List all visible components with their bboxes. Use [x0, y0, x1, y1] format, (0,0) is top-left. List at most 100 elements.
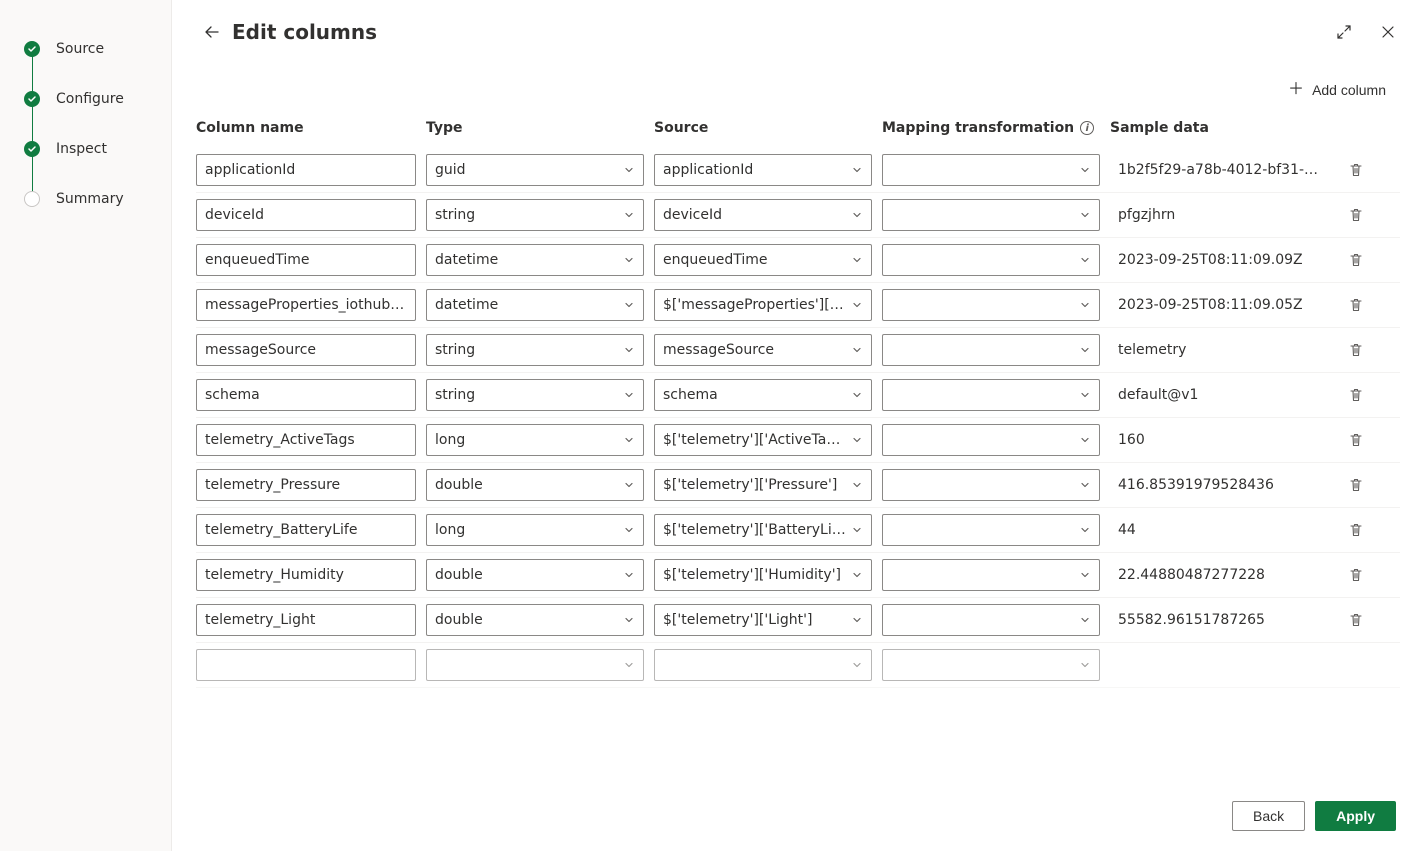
chevron-down-icon	[851, 389, 863, 401]
type-select[interactable]: string	[426, 379, 644, 411]
panel-title: Edit columns	[232, 20, 377, 44]
type-select[interactable]: long	[426, 424, 644, 456]
chevron-down-icon	[1079, 569, 1091, 581]
chevron-down-icon	[1079, 209, 1091, 221]
step-inspect[interactable]: Inspect	[24, 124, 171, 174]
delete-row-button[interactable]	[1340, 469, 1372, 501]
delete-row-button[interactable]	[1340, 334, 1372, 366]
sample-data-value	[1110, 649, 1330, 681]
source-select[interactable]	[654, 649, 872, 681]
close-icon	[1381, 25, 1395, 39]
back-arrow-button[interactable]	[196, 16, 228, 48]
column-name-input[interactable]: telemetry_ActiveTags	[196, 424, 416, 456]
step-label: Configure	[56, 91, 124, 107]
delete-row-button[interactable]	[1340, 154, 1372, 186]
chevron-down-icon	[851, 524, 863, 536]
delete-row-button[interactable]	[1340, 199, 1372, 231]
mapping-select[interactable]	[882, 424, 1100, 456]
chevron-down-icon	[623, 569, 635, 581]
sample-data-value: 2023-09-25T08:11:09.05Z	[1110, 289, 1330, 321]
step-summary[interactable]: Summary	[24, 174, 171, 224]
mapping-select[interactable]	[882, 289, 1100, 321]
mapping-select[interactable]	[882, 559, 1100, 591]
mapping-select[interactable]	[882, 379, 1100, 411]
type-select[interactable]: double	[426, 559, 644, 591]
trash-icon	[1348, 162, 1364, 178]
type-select[interactable]	[426, 649, 644, 681]
panel-header: Edit columns	[172, 0, 1428, 52]
column-name-input[interactable]: telemetry_Pressure	[196, 469, 416, 501]
column-name-input[interactable]: messageSource	[196, 334, 416, 366]
source-select[interactable]: messageSource	[654, 334, 872, 366]
column-name-input[interactable]: telemetry_Humidity	[196, 559, 416, 591]
apply-button[interactable]: Apply	[1315, 801, 1396, 831]
type-select[interactable]: double	[426, 604, 644, 636]
source-select[interactable]: $['telemetry']['ActiveTags']	[654, 424, 872, 456]
type-select[interactable]: datetime	[426, 289, 644, 321]
mapping-select[interactable]	[882, 649, 1100, 681]
mapping-select[interactable]	[882, 604, 1100, 636]
add-column-button[interactable]: ＋ Add column	[1278, 76, 1396, 104]
source-select[interactable]: $['telemetry']['Humidity']	[654, 559, 872, 591]
trash-icon	[1348, 477, 1364, 493]
step-configure[interactable]: Configure	[24, 74, 171, 124]
close-button[interactable]	[1372, 16, 1404, 48]
mapping-select[interactable]	[882, 469, 1100, 501]
source-select[interactable]: $['telemetry']['Pressure']	[654, 469, 872, 501]
delete-row-button[interactable]	[1340, 424, 1372, 456]
header-mapping: Mapping transformation i	[882, 120, 1100, 136]
mapping-select[interactable]	[882, 514, 1100, 546]
delete-row-button[interactable]	[1340, 514, 1372, 546]
column-row	[196, 643, 1400, 688]
type-select[interactable]: string	[426, 334, 644, 366]
delete-row-button[interactable]	[1340, 559, 1372, 591]
column-name-input[interactable]: deviceId	[196, 199, 416, 231]
back-button[interactable]: Back	[1232, 801, 1305, 831]
source-select[interactable]: schema	[654, 379, 872, 411]
step-source[interactable]: Source	[24, 24, 171, 74]
column-name-input[interactable]	[196, 649, 416, 681]
type-select[interactable]: double	[426, 469, 644, 501]
type-select[interactable]: long	[426, 514, 644, 546]
mapping-select[interactable]	[882, 244, 1100, 276]
chevron-down-icon	[1079, 344, 1091, 356]
source-select[interactable]: deviceId	[654, 199, 872, 231]
chevron-down-icon	[851, 299, 863, 311]
mapping-select[interactable]	[882, 334, 1100, 366]
type-select[interactable]: datetime	[426, 244, 644, 276]
chevron-down-icon	[623, 614, 635, 626]
mapping-select[interactable]	[882, 154, 1100, 186]
column-name-input[interactable]: enqueuedTime	[196, 244, 416, 276]
source-select[interactable]: enqueuedTime	[654, 244, 872, 276]
delete-row-button[interactable]	[1340, 289, 1372, 321]
source-select[interactable]: $['messageProperties']['iothu	[654, 289, 872, 321]
column-row: deviceIdstringdeviceIdpfgzjhrn	[196, 193, 1400, 238]
sample-data-value: default@v1	[1110, 379, 1330, 411]
source-select[interactable]: $['telemetry']['Light']	[654, 604, 872, 636]
delete-row-button[interactable]	[1340, 604, 1372, 636]
delete-row-button[interactable]	[1340, 379, 1372, 411]
chevron-down-icon	[851, 479, 863, 491]
column-name-input[interactable]: applicationId	[196, 154, 416, 186]
type-select[interactable]: string	[426, 199, 644, 231]
column-name-input[interactable]: telemetry_Light	[196, 604, 416, 636]
column-name-input[interactable]: telemetry_BatteryLife	[196, 514, 416, 546]
expand-button[interactable]	[1328, 16, 1360, 48]
panel-footer: Back Apply	[172, 785, 1428, 851]
type-select[interactable]: guid	[426, 154, 644, 186]
chevron-down-icon	[623, 164, 635, 176]
trash-icon	[1348, 207, 1364, 223]
trash-icon	[1348, 297, 1364, 313]
mapping-select[interactable]	[882, 199, 1100, 231]
column-row: telemetry_Light double $['telemetry']['Lig…	[196, 598, 1400, 643]
delete-row-button[interactable]	[1340, 244, 1372, 276]
source-select[interactable]: $['telemetry']['BatteryLife']	[654, 514, 872, 546]
column-name-input[interactable]: schema	[196, 379, 416, 411]
chevron-down-icon	[1079, 434, 1091, 446]
source-select[interactable]: applicationId	[654, 154, 872, 186]
arrow-left-icon	[204, 24, 220, 40]
column-row: applicationIdguidapplicationId1b2f5f29-a…	[196, 148, 1400, 193]
chevron-down-icon	[1079, 614, 1091, 626]
column-name-input[interactable]: messageProperties_iothub-creat	[196, 289, 416, 321]
info-icon[interactable]: i	[1080, 121, 1094, 135]
